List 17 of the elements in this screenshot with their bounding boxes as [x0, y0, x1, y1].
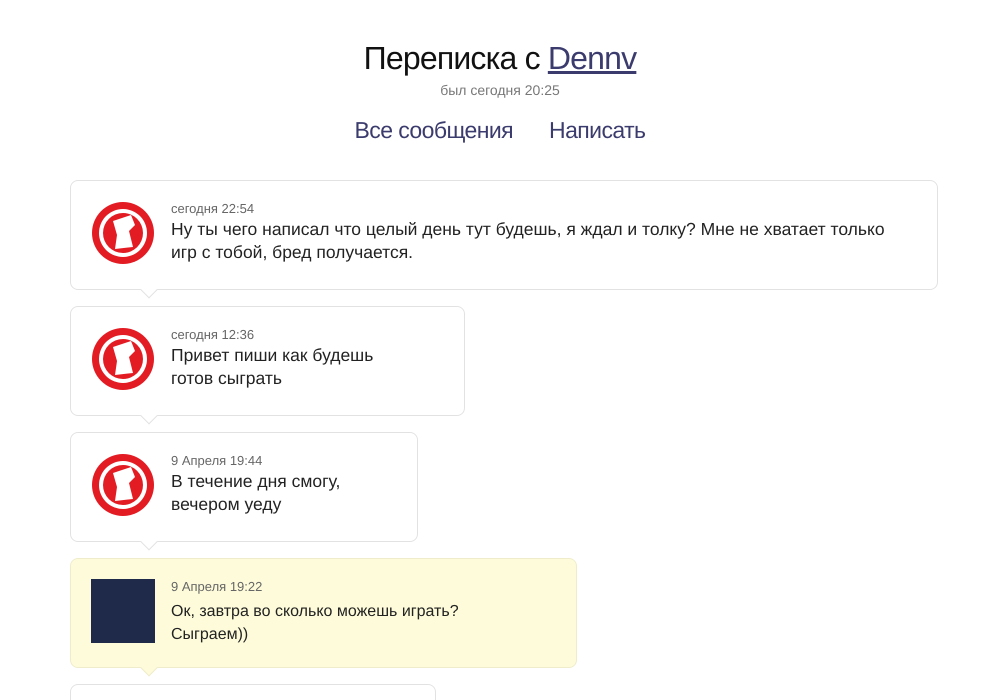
username-link[interactable]: Dennv [548, 38, 636, 78]
message-time: 9 Апреля 19:44 [171, 452, 264, 470]
last-seen-text: был сегодня 20:25 [440, 81, 560, 100]
message-time: сегодня 12:36 [171, 326, 256, 344]
message-time: 9 Апреля 19:22 [171, 578, 264, 596]
message-time: сегодня 22:54 [171, 200, 256, 218]
emblem-avatar-icon [91, 200, 155, 264]
message-text: Ок, завтра во сколько можешь играть? Сыграем)) [171, 602, 460, 645]
emblem-avatar-icon [91, 452, 155, 516]
message-text: В течение дня смогу, вечером уеду [171, 470, 342, 516]
avatar-image-placeholder [91, 578, 155, 642]
message-text: Ну ты чего написал что целый день тут будешь, я ждал и толку? Мне не хватает только игр с тобой, бред получается. [171, 218, 886, 264]
nav-link[interactable]: Написать [549, 113, 646, 148]
nav-link[interactable]: Все сообщения [354, 113, 514, 148]
emblem-avatar-icon [91, 326, 155, 390]
page-title: Переписка с [364, 39, 540, 78]
message-text: Привет пиши как будешь готов сыграть [171, 344, 374, 390]
